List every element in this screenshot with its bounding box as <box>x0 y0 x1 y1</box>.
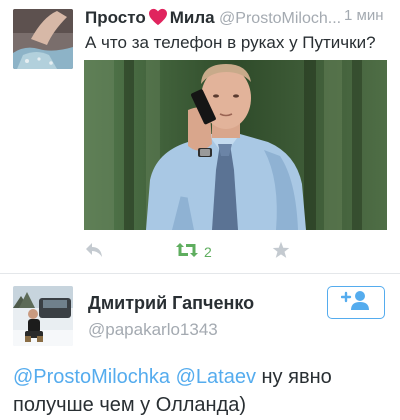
user-display-name[interactable]: Дмитрий Гапченко <box>88 293 254 314</box>
tweet-card[interactable]: Просто Мила @ProstoMiloch... 1 мин А что … <box>0 0 400 273</box>
reply-button[interactable] <box>84 240 104 264</box>
mention-link[interactable]: @Lataev <box>176 366 256 388</box>
retweet-button[interactable]: 2 <box>176 240 212 264</box>
follow-button[interactable] <box>327 286 385 319</box>
favorite-icon <box>272 241 290 264</box>
tweet-photo[interactable] <box>84 60 387 230</box>
tweet-author-name[interactable]: Просто Мила <box>85 8 215 27</box>
reply-icon <box>84 241 104 264</box>
reply-text: @ProstoMilochka @Lataev ну явно получше … <box>13 363 398 419</box>
tweet-timestamp: 1 мин <box>344 7 384 24</box>
heart-icon <box>148 8 168 30</box>
favorite-button[interactable] <box>272 240 290 264</box>
retweet-count: 2 <box>204 244 212 260</box>
tweet-author-avatar[interactable] <box>13 9 73 69</box>
follow-user-icon <box>340 289 371 316</box>
divider <box>0 273 400 274</box>
mention-link[interactable]: @ProstoMilochka <box>13 366 170 388</box>
user-handle[interactable]: @papakarlo1343 <box>88 320 218 340</box>
tweet-author-handle[interactable]: @ProstoMiloch... <box>219 10 341 27</box>
tweet-author-name-part1: Просто <box>85 8 146 27</box>
tweet-author-name-part2: Мила <box>169 8 215 27</box>
retweet-icon <box>176 242 198 263</box>
user-avatar[interactable] <box>13 286 73 346</box>
tweet-actions: 2 <box>84 240 384 264</box>
tweet-text: А что за телефон в руках у Путички? <box>85 33 376 52</box>
